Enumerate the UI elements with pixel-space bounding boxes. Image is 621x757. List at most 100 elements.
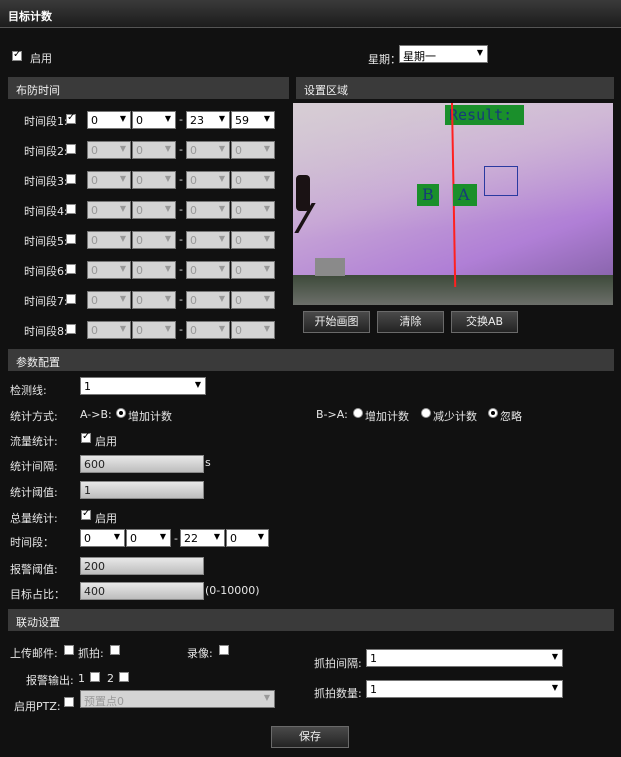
period-end-minute-select[interactable]: 0 ▼ bbox=[231, 171, 275, 189]
chevron-down-icon: ▼ bbox=[263, 144, 270, 153]
period-start-minute-select[interactable]: 0 ▼ bbox=[132, 171, 176, 189]
period-start-hour-select[interactable]: 0 ▼ bbox=[87, 261, 131, 279]
period-end-minute-select[interactable]: 0 ▼ bbox=[226, 529, 269, 547]
start-draw-button[interactable]: 开始画图 bbox=[303, 311, 370, 333]
period-start-hour-select[interactable]: 0 ▼ bbox=[87, 231, 131, 249]
alarm-threshold-input[interactable]: 200 bbox=[80, 557, 204, 575]
period-end-hour-select[interactable]: 0 ▼ bbox=[186, 201, 230, 219]
chevron-down-icon: ▼ bbox=[263, 204, 270, 213]
save-button[interactable]: 保存 bbox=[271, 726, 349, 748]
period-dash: - bbox=[179, 293, 183, 306]
period-start-hour-select[interactable]: 0 ▼ bbox=[87, 291, 131, 309]
period-checkbox[interactable] bbox=[66, 264, 76, 274]
snapshot-checkbox[interactable] bbox=[110, 645, 120, 655]
period-start-hour-select[interactable]: 0 ▼ bbox=[80, 529, 125, 547]
chevron-down-icon: ▼ bbox=[213, 532, 220, 541]
chevron-down-icon: ▼ bbox=[218, 294, 225, 303]
weekday-label: 星期： bbox=[368, 53, 401, 66]
chevron-down-icon: ▼ bbox=[119, 204, 126, 213]
period-end-minute-select[interactable]: 0 ▼ bbox=[231, 231, 275, 249]
period-dash: - bbox=[179, 233, 183, 246]
chevron-down-icon: ▼ bbox=[263, 114, 270, 123]
alarm-out-2-label: 2 bbox=[107, 672, 114, 685]
title-bar: 目标计数 bbox=[0, 0, 621, 28]
period-end-minute-select[interactable]: 0 ▼ bbox=[231, 141, 275, 159]
ba-decrease-radio[interactable] bbox=[421, 408, 431, 418]
period-end-minute-select[interactable]: 0 ▼ bbox=[231, 201, 275, 219]
period-checkbox[interactable] bbox=[66, 324, 76, 334]
upload-mail-checkbox[interactable] bbox=[64, 645, 74, 655]
region-header: 设置区域 bbox=[296, 77, 614, 99]
detect-line-select[interactable]: 1 ▼ bbox=[80, 377, 206, 395]
period-end-hour-select[interactable]: 0 ▼ bbox=[186, 261, 230, 279]
period-end-hour-select[interactable]: 0 ▼ bbox=[186, 171, 230, 189]
period-end-hour-select[interactable]: 22 ▼ bbox=[180, 529, 225, 547]
alarm-out-2-checkbox[interactable] bbox=[119, 672, 129, 682]
person-figure bbox=[296, 175, 310, 211]
period-checkbox[interactable] bbox=[66, 112, 76, 124]
period-dash: - bbox=[179, 113, 183, 126]
stat-mode-label: 统计方式: bbox=[10, 410, 58, 423]
threshold-input[interactable]: 1 bbox=[80, 481, 204, 499]
period-checkbox[interactable] bbox=[66, 144, 76, 154]
total-stat-checkbox[interactable] bbox=[81, 508, 91, 520]
period-end-hour-select[interactable]: 0 ▼ bbox=[186, 141, 230, 159]
chevron-down-icon: ▼ bbox=[113, 532, 120, 541]
preset-select[interactable]: 预置点0 ▼ bbox=[80, 690, 275, 708]
chevron-down-icon: ▼ bbox=[263, 264, 270, 273]
record-label: 录像: bbox=[187, 647, 213, 660]
period-label: 时间段2: bbox=[24, 145, 68, 158]
period-checkbox[interactable] bbox=[66, 204, 76, 214]
period-end-minute-select[interactable]: 0 ▼ bbox=[231, 291, 275, 309]
chevron-down-icon: ▼ bbox=[257, 532, 264, 541]
period-label: 时间段： bbox=[10, 536, 54, 549]
period-start-hour-select[interactable]: 0 ▼ bbox=[87, 321, 131, 339]
period-end-minute-select[interactable]: 59 ▼ bbox=[231, 111, 275, 129]
swap-ab-button[interactable]: 交换AB bbox=[451, 311, 518, 333]
flow-stat-checkbox[interactable] bbox=[81, 431, 91, 443]
record-checkbox[interactable] bbox=[219, 645, 229, 655]
period-start-hour-select[interactable]: 0 ▼ bbox=[87, 141, 131, 159]
period-start-hour-select[interactable]: 0 ▼ bbox=[87, 201, 131, 219]
period-end-hour-select[interactable]: 0 ▼ bbox=[186, 231, 230, 249]
period-dash: - bbox=[179, 143, 183, 156]
alarm-out-1-checkbox[interactable] bbox=[90, 672, 100, 682]
ab-increase-label: 增加计数 bbox=[128, 410, 172, 423]
total-stat-label: 总量统计: bbox=[10, 512, 58, 525]
period-start-minute-select[interactable]: 0 ▼ bbox=[126, 529, 171, 547]
target-ratio-input[interactable]: 400 bbox=[80, 582, 204, 600]
ba-ignore-radio[interactable] bbox=[488, 408, 498, 418]
ab-increase-radio[interactable] bbox=[116, 408, 126, 418]
hedge-strip bbox=[293, 275, 613, 305]
snap-count-select[interactable]: 1 ▼ bbox=[366, 680, 563, 698]
period-checkbox[interactable] bbox=[66, 294, 76, 304]
period-start-hour-select[interactable]: 0 ▼ bbox=[87, 111, 131, 129]
period-start-minute-select[interactable]: 0 ▼ bbox=[132, 201, 176, 219]
snap-interval-select[interactable]: 1 ▼ bbox=[366, 649, 563, 667]
weekday-select[interactable]: 星期一 ▼ bbox=[399, 45, 488, 63]
period-start-minute-select[interactable]: 0 ▼ bbox=[132, 261, 176, 279]
clear-button[interactable]: 清除 bbox=[377, 311, 444, 333]
period-end-hour-select[interactable]: 23 ▼ bbox=[186, 111, 230, 129]
period-start-minute-select[interactable]: 0 ▼ bbox=[132, 321, 176, 339]
a-marker: A bbox=[453, 184, 477, 206]
chevron-down-icon: ▼ bbox=[119, 114, 126, 123]
period-checkbox[interactable] bbox=[66, 234, 76, 244]
period-end-minute-select[interactable]: 0 ▼ bbox=[231, 321, 275, 339]
ba-increase-radio[interactable] bbox=[353, 408, 363, 418]
period-end-minute-select[interactable]: 0 ▼ bbox=[231, 261, 275, 279]
period-end-hour-select[interactable]: 0 ▼ bbox=[186, 291, 230, 309]
video-preview[interactable]: Result: B A bbox=[293, 103, 613, 305]
period-end-hour-select[interactable]: 0 ▼ bbox=[186, 321, 230, 339]
enable-checkbox[interactable] bbox=[12, 49, 22, 61]
period-checkbox[interactable] bbox=[66, 174, 76, 184]
interval-input[interactable]: 600 bbox=[80, 455, 204, 473]
period-start-minute-select[interactable]: 0 ▼ bbox=[132, 291, 176, 309]
period-label: 时间段4: bbox=[24, 205, 68, 218]
period-start-minute-select[interactable]: 0 ▼ bbox=[132, 111, 176, 129]
target-size-box[interactable] bbox=[484, 166, 518, 196]
period-start-minute-select[interactable]: 0 ▼ bbox=[132, 231, 176, 249]
period-start-minute-select[interactable]: 0 ▼ bbox=[132, 141, 176, 159]
ptz-checkbox[interactable] bbox=[64, 697, 74, 707]
period-start-hour-select[interactable]: 0 ▼ bbox=[87, 171, 131, 189]
